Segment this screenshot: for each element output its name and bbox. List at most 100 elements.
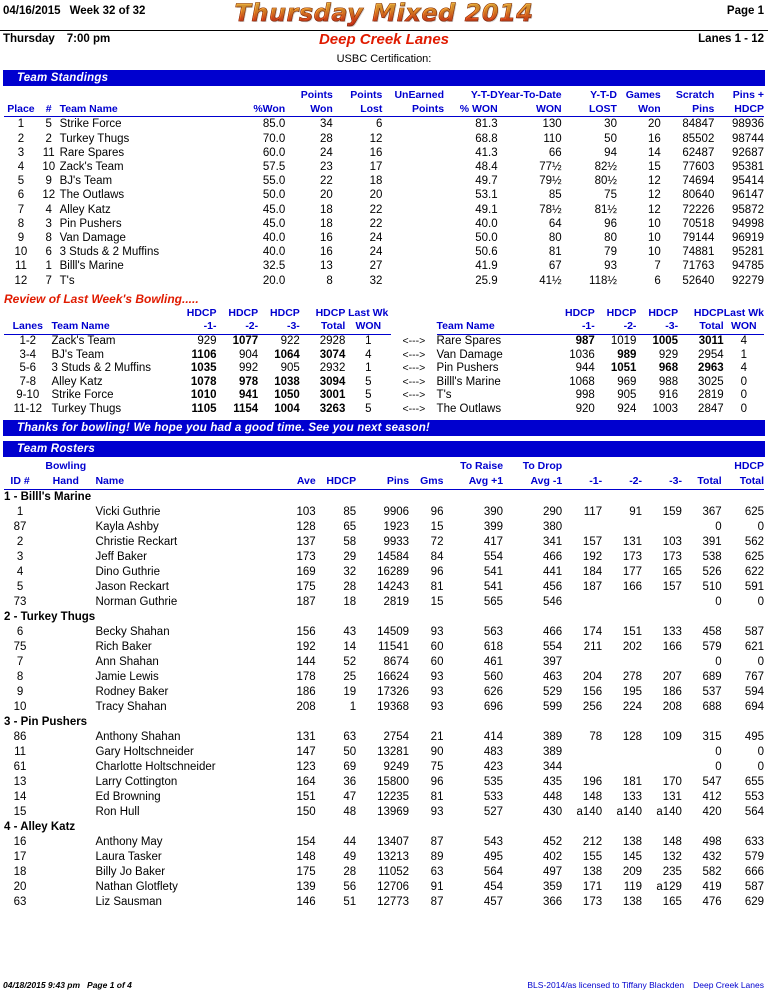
bowler-game3: 131 — [662, 790, 682, 803]
bowler-games: 93 — [430, 685, 444, 698]
roster-bowler-row: 17 Laura Tasker 148 49 13213 89 495 402 155 145 13… — [4, 850, 764, 865]
standings-team-number: 1 — [45, 260, 52, 273]
standings-points-won: 20 — [320, 189, 333, 202]
bowler-to-drop: 366 — [543, 895, 563, 908]
rv-hdr-g3b-l1: HDCP — [648, 306, 679, 319]
bowler-hdcp-total: 579 — [744, 850, 764, 863]
bowler-game3 — [642, 595, 682, 610]
bowler-game3: 235 — [662, 865, 682, 878]
rs-hdr-total-l1 — [682, 459, 722, 474]
roster-bowler-row: 7 Ann Shahan 144 52 8674 60 461 397 0 0 — [4, 655, 764, 670]
bowler-hdcp-total: 587 — [744, 880, 764, 893]
bowler-hdcp-total: 621 — [744, 640, 764, 653]
bowler-to-drop: 466 — [543, 625, 563, 638]
bowler-hdcp: 58 — [343, 535, 357, 548]
bowler-series-total: 547 — [702, 775, 722, 788]
bowler-hdcp: 51 — [343, 895, 357, 908]
bowler-game1: 192 — [582, 550, 603, 563]
review-home-game3: 922 — [280, 335, 300, 348]
review-away-game2: 989 — [617, 348, 637, 361]
review-lanes: 3-4 — [19, 348, 37, 361]
review-match-row: 3-4 BJ's Team 1106 904 1064 3074 4 <---> Van Dam… — [4, 349, 764, 363]
standings-points-won: 24 — [320, 146, 333, 159]
standings-place: 10 — [14, 246, 28, 259]
bowler-game2 — [602, 655, 642, 670]
versus-arrow-icon: <---> — [402, 389, 426, 402]
standings-pct-won: 50.0 — [262, 189, 286, 202]
standings-ytd-won: 130 — [542, 118, 562, 131]
bowler-game1: 117 — [583, 505, 603, 518]
standings-team-number: 8 — [45, 232, 52, 245]
standings-points-won: 18 — [320, 203, 333, 216]
bowling-center-name: Deep Creek Lanes — [318, 31, 450, 48]
standings-row: 6 12 The Outlaws 50.0 20 20 53.1 85 75 12 80640 961… — [4, 188, 764, 202]
bowler-game1: 157 — [582, 535, 603, 548]
bowler-pins: 14509 — [377, 625, 410, 638]
review-away-won: 4 — [740, 362, 748, 375]
hdr-ytd-pct-won: % WON — [444, 102, 498, 118]
bowler-id: 61 — [13, 760, 27, 773]
bowler-pins: 13213 — [377, 850, 410, 863]
bowler-to-drop: 402 — [543, 850, 563, 863]
review-title: Review of Last Week's Bowling..... — [4, 291, 199, 306]
rv-hdr-g2-l1: HDCP — [228, 306, 259, 319]
bowler-hdcp: 25 — [343, 670, 357, 683]
standings-games-won: 20 — [647, 118, 661, 131]
bowler-to-raise: 461 — [483, 655, 504, 668]
report-subheader: Thursday 7:00 pm Deep Creek Lanes Lanes 1… — [0, 31, 768, 52]
standings-points-lost: 24 — [369, 246, 383, 259]
bowler-games: 87 — [430, 895, 444, 908]
standings-pct-won: 32.5 — [262, 260, 286, 273]
rv-hdr-lanes: Lanes — [4, 320, 52, 336]
bowler-to-drop: 463 — [543, 670, 563, 683]
bowler-hand — [36, 625, 95, 640]
hdr-place: Place — [4, 102, 38, 118]
roster-bowler-row: 73 Norman Guthrie 187 18 2819 15 565 546 0 0 — [4, 595, 764, 610]
review-away-team: Pin Pushers — [436, 362, 499, 375]
bowler-to-drop: 290 — [543, 505, 563, 518]
standings-points-won: 22 — [320, 175, 333, 188]
standings-team-name: Van Damage — [59, 232, 126, 245]
roster-team-name: 4 - Alley Katz — [4, 820, 76, 833]
bowler-series-total: 0 — [715, 520, 722, 533]
hdr-ytd-won: WON — [497, 102, 562, 118]
standings-points-lost: 18 — [369, 175, 383, 188]
bowler-average: 208 — [296, 700, 316, 713]
roster-bowler-row: 6 Becky Shahan 156 43 14509 93 563 466 174 151 133… — [4, 625, 764, 640]
standings-ytd-won: 41½ — [539, 274, 562, 287]
standings-games-won: 10 — [647, 232, 661, 245]
bowler-id: 6 — [16, 625, 24, 638]
bowler-hand — [36, 685, 95, 700]
bowler-average: 144 — [296, 655, 316, 668]
bowler-games: 81 — [430, 790, 444, 803]
bowler-pins: 9249 — [383, 760, 410, 773]
bowler-game3 — [642, 520, 682, 535]
review-home-total: 2932 — [319, 362, 346, 375]
bowler-game1: 174 — [582, 625, 603, 638]
review-away-game2: 1051 — [610, 362, 637, 375]
report-header: 04/16/2015Week 32 of 32 Thursday Mixed 2… — [0, 0, 768, 30]
roster-team-name: 1 - Billl's Marine — [4, 490, 92, 503]
review-home-total: 3263 — [319, 403, 346, 415]
standings-pct-won: 60.0 — [262, 146, 286, 159]
bowler-to-raise: 560 — [483, 670, 504, 683]
standings-games-won: 12 — [647, 203, 661, 216]
roster-bowler-row: 1 Vicki Guthrie 103 85 9906 96 390 290 117 91 159 3… — [4, 505, 764, 520]
bowler-game1: 211 — [583, 640, 603, 653]
bowler-game2 — [602, 520, 642, 535]
bowler-pins: 16289 — [377, 565, 410, 578]
hdr-scratch-l1: Scratch — [675, 89, 715, 101]
bowler-hdcp-total: 587 — [744, 625, 764, 638]
review-home-game2: 941 — [238, 389, 259, 402]
rv-hdr-g2: -2- — [216, 320, 259, 336]
standings-unearned-points — [382, 160, 444, 174]
bowler-game3: 166 — [662, 640, 682, 653]
standings-ytd-lost: 118½ — [589, 274, 617, 287]
bowler-game3: 165 — [662, 565, 682, 578]
standings-team-name: Alley Katz — [59, 203, 111, 216]
team-standings-bar-wrap: Team Standings — [0, 70, 768, 86]
bowler-id: 63 — [13, 895, 27, 908]
standings-ytd-lost: 75 — [604, 189, 617, 202]
roster-bowler-row: 63 Liz Sausman 146 51 12773 87 457 366 173 138 165… — [4, 895, 764, 910]
bowler-hdcp-total: 0 — [757, 595, 764, 608]
